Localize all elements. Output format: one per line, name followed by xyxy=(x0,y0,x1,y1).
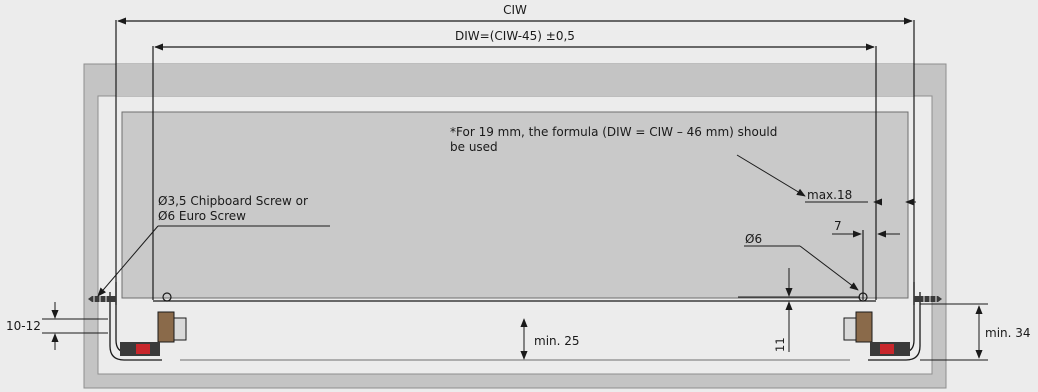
ciw-dimension: CIW xyxy=(117,3,913,25)
max18-label: max.18 xyxy=(807,188,852,202)
min25-label: min. 25 xyxy=(534,334,580,348)
min34-label: min. 34 xyxy=(985,326,1031,340)
dia6-label: Ø6 xyxy=(745,232,762,246)
diw-formula-label: DIW=(CIW-45) ±0,5 xyxy=(455,29,575,43)
formula-note-line1: *For 19 mm, the formula (DIW = CIW – 46 … xyxy=(450,125,777,139)
drawer-installation-diagram: CIW DIW=(CIW-45) ±0,5 *For 19 mm, the fo… xyxy=(6,3,1031,389)
diw-dimension: DIW=(CIW-45) ±0,5 xyxy=(154,29,875,51)
ciw-label: CIW xyxy=(503,3,527,17)
eleven-label: 11 xyxy=(773,337,787,352)
right-screw-icon xyxy=(914,296,942,302)
screw-label-line1: Ø3,5 Chipboard Screw or xyxy=(158,194,308,208)
screw-label-line2: Ø6 Euro Screw xyxy=(158,209,246,223)
formula-note-line2: be used xyxy=(450,140,498,154)
seven-label: 7 xyxy=(834,219,842,233)
height-10-12-label: 10-12 xyxy=(6,319,41,333)
left-screw-icon xyxy=(88,296,116,302)
